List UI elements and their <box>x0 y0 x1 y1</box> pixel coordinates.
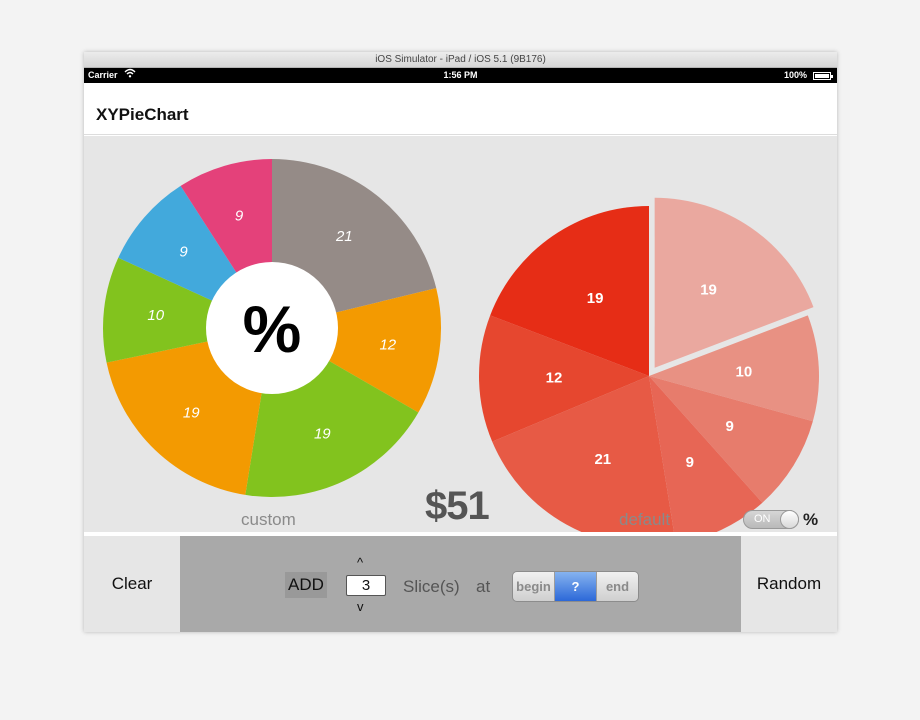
slice-label: 19 <box>314 426 331 443</box>
segment-begin[interactable]: begin <box>513 572 555 601</box>
slice-label: 10 <box>147 307 164 324</box>
slice-label: 9 <box>235 208 244 225</box>
slices-label: Slice(s) <box>403 577 460 596</box>
slice-label: 10 <box>736 363 753 380</box>
clear-button[interactable]: Clear <box>84 536 180 632</box>
percent-suffix: % <box>803 510 819 529</box>
bottom-toolbar: Clear ADD ^ 3 v Slice(s) at begin ? end … <box>84 536 837 632</box>
toggle-state-label: ON <box>754 513 771 525</box>
position-segmented-control: begin ? end <box>512 571 639 602</box>
segment-question[interactable]: ? <box>555 572 597 601</box>
toggle-knob[interactable] <box>780 510 799 529</box>
stepper-up-button[interactable]: ^ <box>357 555 363 570</box>
battery-icon <box>813 72 833 80</box>
slice-label: 9 <box>726 418 734 435</box>
slice-label: 19 <box>587 290 604 307</box>
navigation-bar: XYPieChart <box>84 83 837 135</box>
slice-count-input[interactable]: 3 <box>346 575 386 596</box>
slice-label: 21 <box>594 451 611 468</box>
at-label: at <box>476 577 491 596</box>
window-title: iOS Simulator - iPad / iOS 5.1 (9B176) <box>84 52 837 68</box>
slice-label: 9 <box>686 454 694 471</box>
random-button[interactable]: Random <box>741 536 837 632</box>
simulator-window: iOS Simulator - iPad / iOS 5.1 (9B176) C… <box>84 52 837 632</box>
slice-label: 19 <box>183 405 200 422</box>
slice-label: 12 <box>379 337 396 354</box>
add-slice-panel: ADD ^ 3 v Slice(s) at begin ? end <box>180 536 741 632</box>
slice-label: 9 <box>179 243 188 260</box>
total-price: $51 <box>425 484 490 528</box>
stepper-down-button[interactable]: v <box>357 599 364 614</box>
battery-percent: 100% <box>783 70 807 80</box>
slice-label: 21 <box>335 228 353 245</box>
segment-end[interactable]: end <box>597 572 638 601</box>
pie-charts: 21 12 19 19 10 9 9% 19 10 9 9 21 12 19 <box>103 159 819 532</box>
page-title: XYPieChart <box>96 105 189 124</box>
status-bar: Carrier 1:56 PM 100% <box>84 68 837 83</box>
default-pie-chart[interactable]: 19 10 9 9 21 12 19 <box>479 197 819 532</box>
status-time: 1:56 PM <box>443 70 478 80</box>
percent-toggle[interactable]: ON <box>743 510 799 529</box>
add-button[interactable]: ADD <box>285 572 327 598</box>
slice-label: 19 <box>700 282 717 299</box>
custom-pie-chart[interactable]: 21 12 19 19 10 9 9% <box>103 159 441 497</box>
slice-label: 12 <box>546 370 563 387</box>
pie-center-label: % <box>243 292 302 366</box>
chart-area: 21 12 19 19 10 9 9% 19 10 9 9 21 12 19 custom $51 de… <box>84 136 837 532</box>
default-caption: default <box>619 510 671 529</box>
custom-caption: custom <box>241 510 296 529</box>
